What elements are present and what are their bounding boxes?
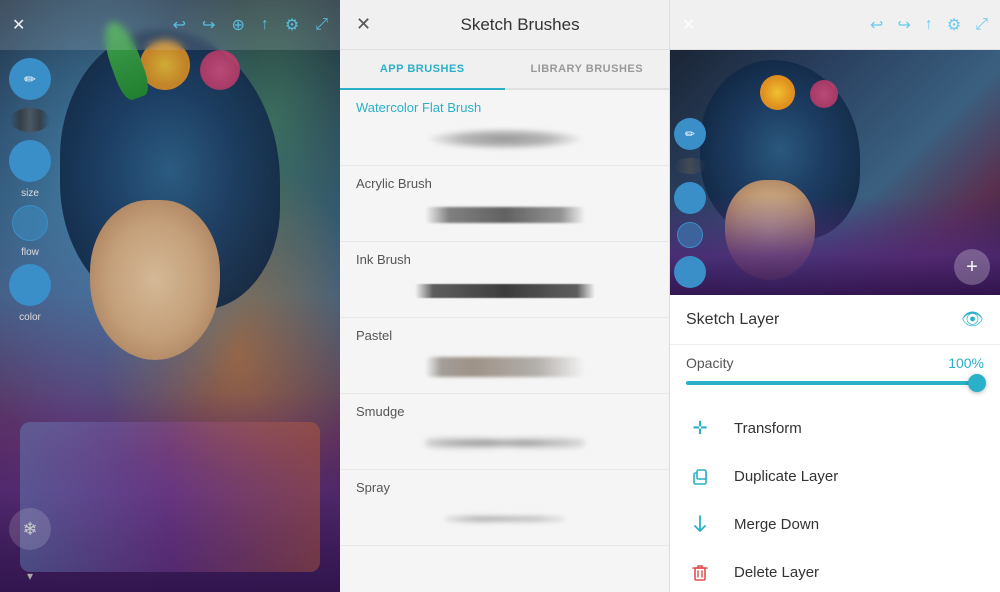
transform-action[interactable]: ✛ Transform xyxy=(670,405,1000,452)
brush-item-smudge[interactable]: Smudge xyxy=(340,394,669,470)
right-settings-button[interactable]: ⚙ xyxy=(947,15,961,35)
transform-icon: ✛ xyxy=(686,418,714,439)
brush-preview-ink xyxy=(356,271,653,311)
settings-button[interactable]: ⚙ xyxy=(285,15,299,35)
right-undo-button[interactable]: ↩ xyxy=(870,15,883,35)
right-redo-button[interactable]: ↪ xyxy=(897,15,910,35)
merge-icon xyxy=(686,513,714,535)
symmetry-button[interactable]: ❄ xyxy=(9,508,51,550)
brush-stroke-sample xyxy=(10,108,50,132)
mini-size-control[interactable] xyxy=(674,182,706,214)
color-label: color xyxy=(19,312,41,323)
flow-control[interactable] xyxy=(12,205,48,241)
right-fullscreen-button[interactable]: ⤢ xyxy=(975,16,988,34)
brush-tabs: APP BRUSHES LIBRARY BRUSHES xyxy=(340,50,669,90)
brush-preview-pastel xyxy=(356,347,653,387)
spray-stroke xyxy=(445,510,565,528)
fullscreen-button[interactable]: ⤢ xyxy=(315,16,328,34)
left-toolbar: ✕ ↩ ↪ ⊕ ↑ ⚙ ⤢ xyxy=(0,0,340,50)
mini-decoration-flower xyxy=(760,75,795,110)
layer-header: Sketch Layer 👁 xyxy=(670,295,1000,345)
pastel-stroke xyxy=(425,357,585,377)
brush-name-watercolor: Watercolor Flat Brush xyxy=(356,100,653,115)
right-toolbar: ✕ ↩ ↪ ↑ ⚙ ⤢ xyxy=(670,0,1000,50)
left-side-tools: ✏ size flow color ❄ ▾ xyxy=(0,50,60,592)
mini-lower-bg xyxy=(670,195,1000,295)
brush-item-ink[interactable]: Ink Brush xyxy=(340,242,669,318)
brush-list: Watercolor Flat Brush Acrylic Brush Ink … xyxy=(340,90,669,592)
watercolor-stroke xyxy=(425,128,585,150)
redo-button[interactable]: ↪ xyxy=(202,15,215,35)
brush-panel-close[interactable]: ✕ xyxy=(356,14,371,35)
duplicate-label: Duplicate Layer xyxy=(734,468,838,485)
pencil-tool[interactable]: ✏ xyxy=(9,58,51,100)
decoration-pink xyxy=(200,50,240,90)
export-button[interactable]: ↑ xyxy=(261,16,269,34)
brush-name-ink: Ink Brush xyxy=(356,252,653,267)
brush-name-pastel: Pastel xyxy=(356,328,653,343)
flow-label: flow xyxy=(21,247,39,258)
brush-preview-watercolor xyxy=(356,119,653,159)
close-button[interactable]: ✕ xyxy=(12,15,25,35)
brush-panel-header: ✕ Sketch Brushes xyxy=(340,0,669,50)
smudge-stroke xyxy=(425,428,585,458)
brush-name-smudge: Smudge xyxy=(356,404,653,419)
right-panel: ✕ ↩ ↪ ↑ ⚙ ⤢ ✏ + Sketch Layer 👁 Opacity xyxy=(670,0,1000,592)
size-label: size xyxy=(21,188,39,199)
brush-item-spray[interactable]: Spray xyxy=(340,470,669,546)
delete-label: Delete Layer xyxy=(734,564,819,581)
tab-library-brushes[interactable]: LIBRARY BRUSHES xyxy=(505,50,670,90)
brush-item-acrylic[interactable]: Acrylic Brush xyxy=(340,166,669,242)
expand-tools-button[interactable]: ▾ xyxy=(9,564,51,588)
opacity-value: 100% xyxy=(948,355,984,371)
layer-visibility-toggle[interactable]: 👁 xyxy=(961,309,984,330)
undo-button[interactable]: ↩ xyxy=(173,15,186,35)
mini-left-tools: ✏ xyxy=(670,110,710,288)
duplicate-icon xyxy=(686,465,714,487)
layers-button[interactable]: ⊕ xyxy=(231,15,244,35)
artwork-lower-details xyxy=(20,422,320,572)
color-picker[interactable] xyxy=(9,264,51,306)
brush-panel: ✕ Sketch Brushes APP BRUSHES LIBRARY BRU… xyxy=(340,0,670,592)
brush-panel-title: Sketch Brushes xyxy=(387,15,653,35)
brush-name-spray: Spray xyxy=(356,480,653,495)
symmetry-icon: ❄ xyxy=(22,519,37,540)
layer-panel: Sketch Layer 👁 Opacity 100% ✛ Transform xyxy=(670,295,1000,592)
opacity-row: Opacity 100% xyxy=(670,345,1000,381)
right-close-button[interactable]: ✕ xyxy=(682,15,695,35)
brush-item-pastel[interactable]: Pastel xyxy=(340,318,669,394)
opacity-label: Opacity xyxy=(686,355,756,371)
brush-preview-smudge xyxy=(356,423,653,463)
merge-down-action[interactable]: Merge Down xyxy=(670,500,1000,548)
pencil-icon: ✏ xyxy=(24,71,36,88)
layer-title: Sketch Layer xyxy=(686,311,961,329)
delete-layer-action[interactable]: Delete Layer xyxy=(670,548,1000,592)
mini-pencil-tool[interactable]: ✏ xyxy=(674,118,706,150)
opacity-slider-container xyxy=(670,381,1000,399)
mini-color-picker[interactable] xyxy=(674,256,706,288)
size-control[interactable] xyxy=(9,140,51,182)
character-face xyxy=(90,200,220,360)
add-layer-button[interactable]: + xyxy=(954,249,990,285)
brush-preview-acrylic xyxy=(356,195,653,235)
transform-label: Transform xyxy=(734,420,802,437)
mini-flow-control[interactable] xyxy=(677,222,703,248)
duplicate-layer-action[interactable]: Duplicate Layer xyxy=(670,452,1000,500)
right-export-button[interactable]: ↑ xyxy=(925,16,933,34)
mini-brush-stroke xyxy=(674,158,706,174)
merge-label: Merge Down xyxy=(734,516,819,533)
brush-name-acrylic: Acrylic Brush xyxy=(356,176,653,191)
mini-decoration-pink xyxy=(810,80,838,108)
tab-app-brushes[interactable]: APP BRUSHES xyxy=(340,50,505,90)
left-panel: ✕ ↩ ↪ ⊕ ↑ ⚙ ⤢ ✏ size flow color ❄ ▾ xyxy=(0,0,340,592)
layer-actions: ✛ Transform Duplicate Layer xyxy=(670,399,1000,592)
opacity-slider-thumb[interactable] xyxy=(968,374,986,392)
acrylic-stroke xyxy=(425,207,585,223)
brush-preview-spray xyxy=(356,499,653,539)
brush-item-watercolor[interactable]: Watercolor Flat Brush xyxy=(340,90,669,166)
delete-icon xyxy=(686,561,714,583)
opacity-slider-track[interactable] xyxy=(686,381,984,385)
ink-stroke xyxy=(415,284,595,298)
right-artwork-preview[interactable]: ✏ + xyxy=(670,50,1000,295)
